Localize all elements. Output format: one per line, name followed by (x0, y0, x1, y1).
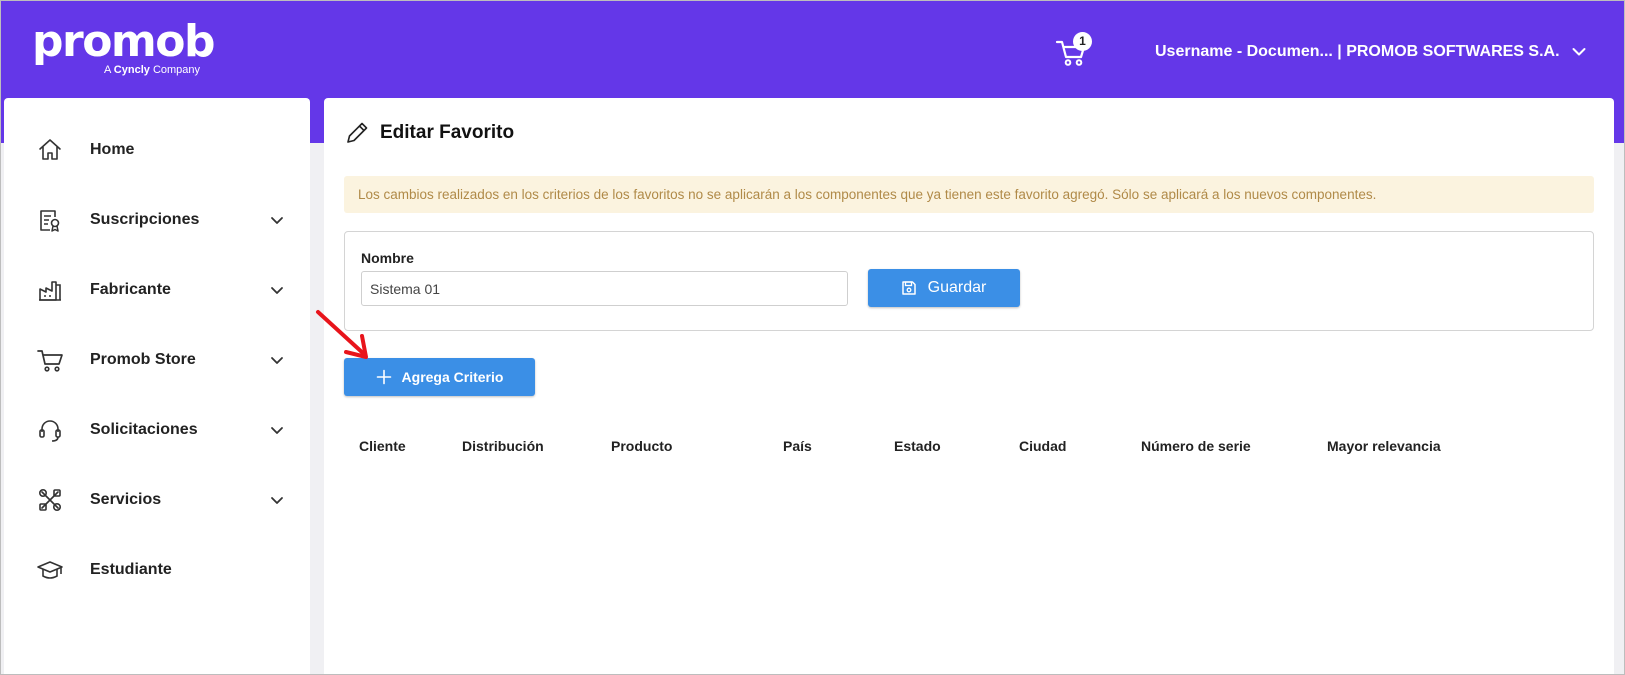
name-input[interactable] (361, 271, 848, 306)
chevron-down-icon (271, 287, 283, 294)
sidebar-item-estudiante[interactable]: Estudiante (4, 542, 310, 598)
sidebar-item-fabricante[interactable]: Fabricante (4, 262, 310, 318)
brand-tagline-prefix: A (104, 64, 111, 76)
page-title-text: Editar Favorito (380, 122, 515, 143)
cart-icon (37, 350, 63, 372)
column-header-estado[interactable]: Estado (894, 438, 941, 454)
column-header-cliente[interactable]: Cliente (359, 438, 406, 454)
sidebar-item-solicitaciones[interactable]: Solicitaciones (4, 402, 310, 458)
sidebar-item-label: Estudiante (90, 561, 172, 578)
column-header-pais[interactable]: País (783, 438, 812, 454)
column-header-producto[interactable]: Producto (611, 438, 672, 454)
name-field-label: Nombre (361, 250, 414, 266)
brand-tagline-company: Cyncly (113, 64, 150, 76)
sidebar-item-label: Servicios (90, 491, 162, 508)
column-header-ciudad[interactable]: Ciudad (1019, 438, 1066, 454)
user-account-label: Username - Documen... | PROMOB SOFTWARES… (1155, 43, 1560, 60)
plus-icon (376, 369, 391, 385)
sidebar-item-label: Home (90, 141, 135, 158)
sidebar-item-suscripciones[interactable]: Suscripciones (4, 192, 310, 248)
tools-icon (38, 488, 61, 511)
certificate-icon (40, 210, 60, 232)
chevron-down-icon (271, 357, 283, 364)
page-title: Editar Favorito (344, 120, 514, 146)
sidebar-item-promob-store[interactable]: Promob Store (4, 332, 310, 388)
pencil-icon (347, 122, 368, 143)
criteria-table-header: Cliente Distribución Producto País Estad… (344, 438, 1594, 458)
save-button[interactable]: Guardar (868, 269, 1020, 307)
main-panel: Editar Favorito Los cambios realizados e… (324, 98, 1614, 675)
column-header-numero-de-serie[interactable]: Número de serie (1141, 438, 1251, 454)
add-criterion-button[interactable]: Agrega Criterio (344, 358, 535, 396)
brand-tagline-suffix: Company (152, 64, 201, 76)
sidebar-item-servicios[interactable]: Servicios (4, 472, 310, 528)
floppy-disk-icon (901, 281, 916, 295)
sidebar-item-label: Suscripciones (90, 211, 200, 228)
home-icon (39, 139, 61, 160)
chevron-down-icon (271, 217, 283, 224)
cart-count-badge: 1 (1073, 32, 1092, 51)
column-header-mayor-relevancia[interactable]: Mayor relevancia (1327, 438, 1441, 454)
save-button-label: Guardar (927, 279, 987, 296)
column-header-distribucion[interactable]: Distribución (462, 438, 544, 454)
sidebar-item-label: Fabricante (90, 281, 171, 298)
user-account-menu[interactable]: Username - Documen... | PROMOB SOFTWARES… (1155, 40, 1586, 64)
headset-icon (39, 420, 61, 442)
graduation-cap-icon (37, 561, 63, 579)
favorite-form: Nombre Guardar (344, 231, 1594, 331)
sidebar-item-label: Solicitaciones (90, 421, 198, 438)
sidebar-item-home[interactable]: Home (4, 122, 310, 178)
sidebar-item-label: Promob Store (90, 351, 196, 368)
brand-tagline: A Cyncly Company (104, 64, 304, 76)
add-criterion-label: Agrega Criterio (401, 369, 504, 385)
brand-name: promob (32, 16, 216, 67)
info-alert: Los cambios realizados en los criterios … (344, 176, 1594, 213)
chevron-down-icon (271, 497, 283, 504)
chevron-down-icon (1572, 48, 1586, 56)
sidebar-nav: Home Suscripciones Fabricante Promob Sto… (4, 98, 310, 675)
promob-logo[interactable]: promob A Cyncly Company (32, 16, 216, 77)
chevron-down-icon (271, 427, 283, 434)
factory-icon (39, 281, 61, 301)
